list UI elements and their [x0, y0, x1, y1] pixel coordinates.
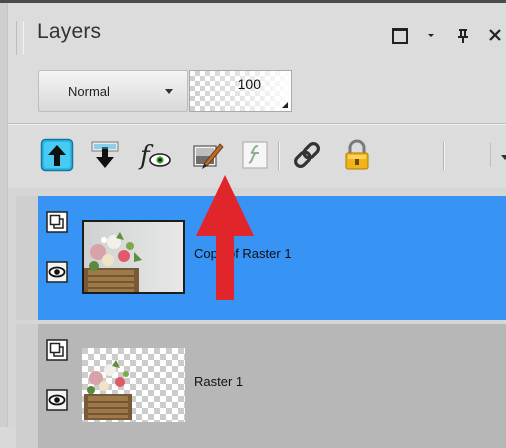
panel-title: Layers	[37, 20, 102, 43]
edit-selection-icon[interactable]	[190, 138, 224, 172]
panel-title-controls	[378, 24, 506, 46]
pin-icon[interactable]	[452, 24, 474, 46]
layer-row-copy-of-raster-1[interactable]: Copy of Raster 1	[38, 196, 506, 320]
maximize-icon[interactable]	[388, 24, 410, 46]
opacity-slider-icon[interactable]	[282, 102, 288, 108]
layer-name[interactable]: Raster 1	[194, 374, 243, 389]
chevron-down-icon	[165, 89, 173, 94]
move-layer-down-icon[interactable]	[88, 138, 122, 172]
toolbar-separator	[278, 142, 280, 170]
toolbar-overflow-icon[interactable]	[490, 143, 506, 167]
panel-drag-grip[interactable]	[16, 21, 24, 55]
layer-thumbnail	[82, 348, 185, 422]
blend-mode-dropdown[interactable]: Normal	[38, 70, 188, 112]
layer-group-link-icon[interactable]	[46, 339, 68, 361]
visibility-eye-icon[interactable]	[46, 261, 68, 283]
layer-name[interactable]: Copy of Raster 1	[194, 246, 292, 261]
toolbar-separator	[443, 142, 445, 170]
layer-group-link-icon[interactable]	[46, 211, 68, 233]
move-layer-up-icon[interactable]	[40, 138, 74, 172]
layer-list: Copy of Raster 1 Raster 1	[8, 188, 506, 448]
opacity-value: 100	[237, 76, 261, 92]
panel-left-edge	[0, 3, 8, 427]
promote-selection-icon[interactable]	[238, 138, 272, 172]
link-icon[interactable]	[290, 138, 324, 172]
blend-mode-value: Normal	[68, 84, 110, 99]
opacity-field[interactable]: 100	[189, 70, 292, 112]
panel-menu-icon[interactable]	[420, 24, 442, 46]
visibility-eye-icon[interactable]	[46, 389, 68, 411]
lock-icon[interactable]	[340, 138, 374, 172]
layer-row-raster-1[interactable]: Raster 1	[38, 324, 506, 448]
layer-properties-icon[interactable]: f	[138, 138, 172, 172]
close-icon[interactable]	[484, 24, 506, 46]
layer-thumbnail	[82, 220, 185, 294]
